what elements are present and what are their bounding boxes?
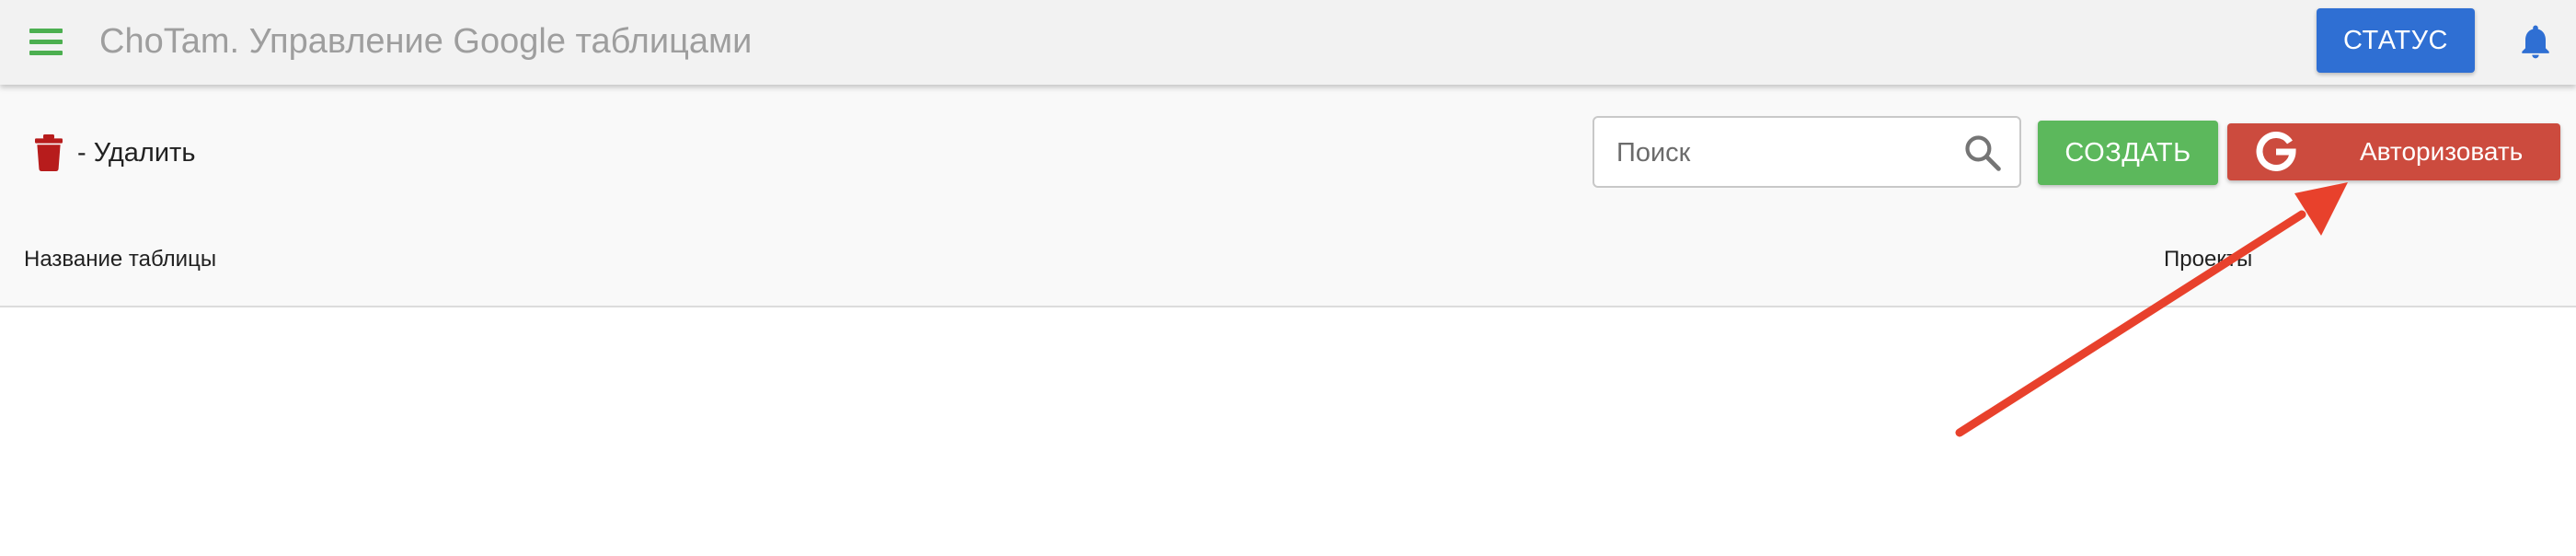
app-root: ChoTam. Управление Google таблицами СТАТ…	[0, 0, 2576, 556]
status-button[interactable]: СТАТУС	[2317, 8, 2475, 73]
column-header-table-name[interactable]: Название таблицы	[24, 247, 216, 272]
search-icon[interactable]	[1962, 133, 2003, 173]
app-title: ChoTam. Управление Google таблицами	[99, 22, 753, 61]
search-box[interactable]	[1593, 116, 2021, 188]
delete-legend-label: - Удалить	[77, 137, 196, 168]
bell-icon[interactable]	[2515, 20, 2556, 63]
menu-icon[interactable]	[20, 20, 72, 64]
google-g-icon	[2256, 131, 2296, 171]
toolbar	[0, 85, 2576, 306]
column-header-projects[interactable]: Проекты	[2164, 247, 2252, 272]
authorize-button-label: Авторизовать	[2360, 137, 2524, 166]
search-input[interactable]	[1615, 131, 1949, 175]
trash-icon	[35, 134, 63, 171]
authorize-button[interactable]: Авторизовать	[2227, 123, 2560, 180]
delete-legend: - Удалить	[35, 133, 195, 173]
table-header-divider	[0, 306, 2576, 307]
top-app-bar: ChoTam. Управление Google таблицами СТАТ…	[0, 0, 2576, 85]
create-button[interactable]: СОЗДАТЬ	[2038, 121, 2218, 185]
